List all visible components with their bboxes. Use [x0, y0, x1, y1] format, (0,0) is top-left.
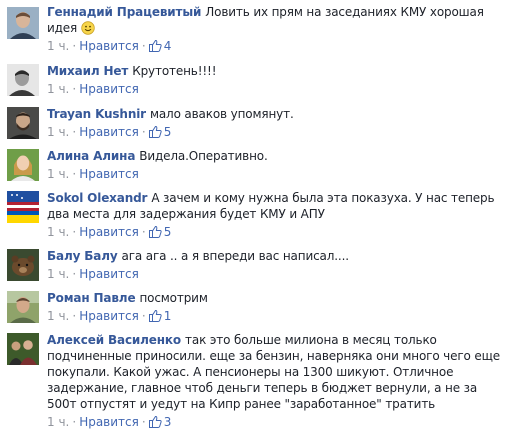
woman-green-background-avatar — [7, 149, 39, 181]
comment-timestamp[interactable]: 1 ч. — [47, 225, 69, 239]
like-count-button[interactable]: 5 — [148, 224, 172, 240]
comment-meta: 1 ч. · Нравится · 5 — [47, 224, 172, 240]
thumbs-up-icon — [148, 309, 162, 322]
avatar[interactable] — [7, 333, 39, 365]
man-outdoors-avatar — [7, 291, 39, 323]
thumbs-up-icon — [148, 125, 162, 138]
comment-timestamp[interactable]: 1 ч. — [47, 39, 69, 53]
comment-timestamp[interactable]: 1 ч. — [47, 267, 69, 281]
like-link[interactable]: Нравится — [79, 39, 139, 53]
like-count-button[interactable]: 1 — [148, 308, 172, 324]
thumbs-up-icon — [148, 415, 162, 428]
like-count-button[interactable]: 4 — [148, 38, 172, 54]
avatar[interactable] — [7, 191, 39, 223]
like-link[interactable]: Нравится — [79, 125, 139, 139]
comment-text: ага ага .. а я впереди вас написал.... — [121, 249, 350, 263]
like-link[interactable]: Нравится — [79, 167, 139, 181]
thumbs-up-icon — [148, 225, 162, 238]
like-count: 5 — [163, 225, 172, 239]
like-count: 3 — [163, 415, 172, 429]
comment-author[interactable]: Балу Балу — [47, 249, 118, 263]
like-count-button[interactable]: 3 — [148, 414, 172, 430]
comment-author[interactable]: Геннадий Працевитый — [47, 5, 201, 19]
black-white-portrait-avatar — [7, 64, 39, 96]
avatar[interactable] — [7, 107, 39, 139]
like-count-button[interactable]: 5 — [148, 124, 172, 140]
avatar[interactable] — [7, 7, 39, 39]
comment-list: Геннадий Працевитый Ловить их прям на зас… — [0, 0, 506, 431]
comment-meta: 1 ч. · Нравится — [47, 267, 139, 281]
comment-meta: 1 ч. · Нравится · 5 — [47, 124, 172, 140]
comment-timestamp[interactable]: 1 ч. — [47, 309, 69, 323]
comment-author[interactable]: Алина Алина — [47, 149, 135, 163]
flags-avatar — [7, 191, 39, 223]
man-portrait-avatar — [7, 7, 39, 39]
comment-meta: 1 ч. · Нравится · 3 — [47, 414, 172, 430]
group-photo-avatar — [7, 333, 39, 365]
comment-author[interactable]: Sokol Olexandr — [47, 191, 147, 205]
bear-avatar — [7, 249, 39, 281]
comment-author[interactable]: Алексей Василенко — [47, 333, 181, 347]
comment-text: посмотрим — [139, 291, 208, 305]
comment-meta: 1 ч. · Нравится — [47, 82, 139, 96]
comment-author[interactable]: Михаил Нет — [47, 64, 128, 78]
bearded-man-avatar — [7, 107, 39, 139]
like-link[interactable]: Нравится — [79, 415, 139, 429]
avatar[interactable] — [7, 249, 39, 281]
smile-emoji-icon — [81, 21, 95, 35]
comment-meta: 1 ч. · Нравится · 4 — [47, 38, 172, 54]
avatar[interactable] — [7, 291, 39, 323]
like-link[interactable]: Нравится — [79, 225, 139, 239]
like-link[interactable]: Нравится — [79, 309, 139, 323]
comment-author[interactable]: Trayan Kushnir — [47, 107, 146, 121]
comment-timestamp[interactable]: 1 ч. — [47, 82, 69, 96]
comment-text: Видела.Оперативно. — [139, 149, 268, 163]
comment-author[interactable]: Роман Павле — [47, 291, 136, 305]
comment-meta: 1 ч. · Нравится — [47, 167, 139, 181]
like-count: 1 — [163, 309, 172, 323]
comment-text: мало аваков упомянут. — [149, 107, 294, 121]
avatar[interactable] — [7, 64, 39, 96]
comment-timestamp[interactable]: 1 ч. — [47, 167, 69, 181]
like-link[interactable]: Нравится — [79, 267, 139, 281]
like-count: 5 — [163, 125, 172, 139]
comment-timestamp[interactable]: 1 ч. — [47, 415, 69, 429]
thumbs-up-icon — [148, 39, 162, 52]
comment-timestamp[interactable]: 1 ч. — [47, 125, 69, 139]
comment-text: Крутотень!!!! — [132, 64, 217, 78]
like-link[interactable]: Нравится — [79, 82, 139, 96]
comment-meta: 1 ч. · Нравится · 1 — [47, 308, 172, 324]
avatar[interactable] — [7, 149, 39, 181]
like-count: 4 — [163, 39, 172, 53]
